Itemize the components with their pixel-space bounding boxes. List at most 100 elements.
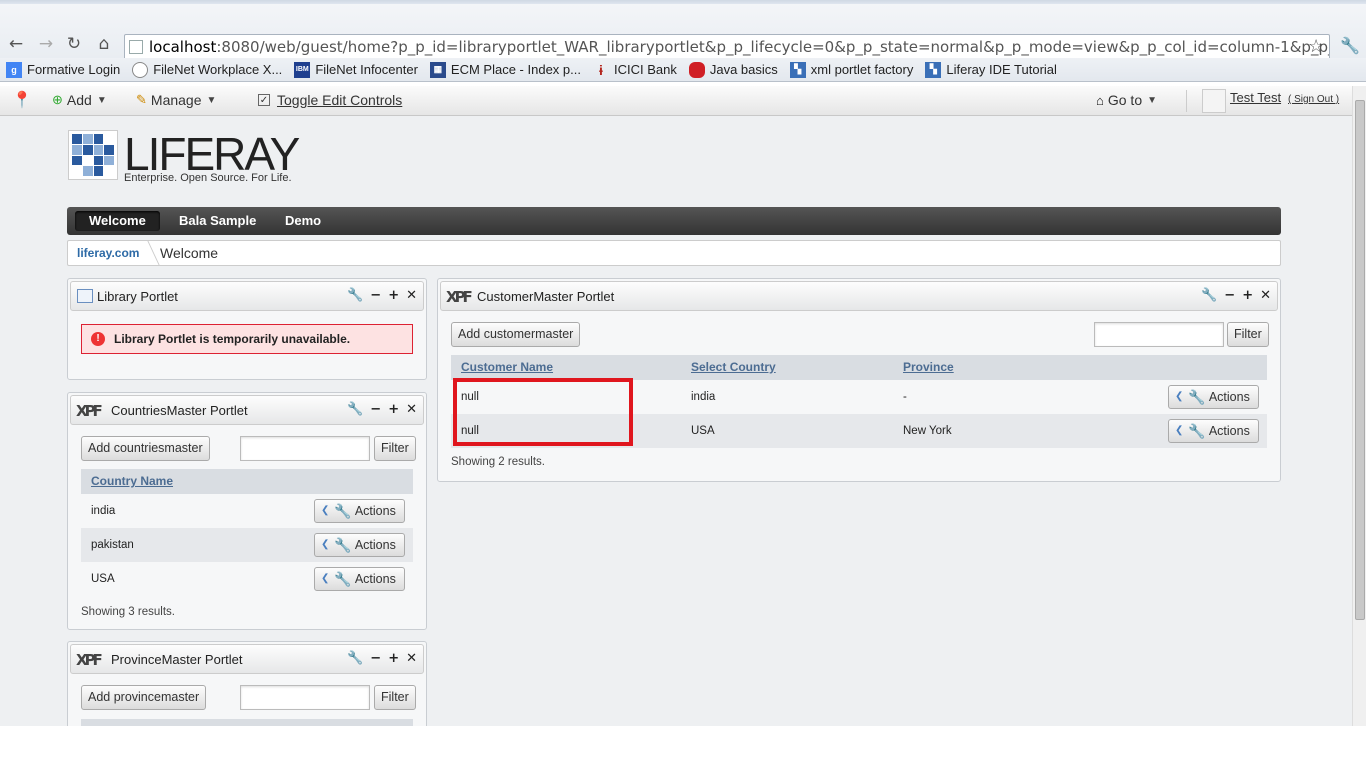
column-customer-name[interactable]: Customer Name bbox=[461, 360, 553, 374]
sign-out-link[interactable]: ( Sign Out ) bbox=[1288, 94, 1339, 105]
bookmarks-bar: g Formative Login FileNet Workplace X... … bbox=[0, 58, 1366, 82]
bookmark-formative-login[interactable]: g Formative Login bbox=[6, 61, 120, 78]
actions-button[interactable]: ❮ 🔧 Actions bbox=[314, 533, 405, 557]
error-message: ! Library Portlet is temporarily unavail… bbox=[81, 324, 413, 354]
table-header: Country Name bbox=[81, 469, 413, 494]
forward-icon[interactable]: → bbox=[36, 34, 56, 54]
filter-button[interactable]: Filter bbox=[374, 685, 416, 710]
add-customermaster-button[interactable]: Add customermaster bbox=[451, 322, 581, 347]
bookmark-xml-portlet-factory[interactable]: ▚ xml portlet factory bbox=[789, 61, 913, 78]
filter-button[interactable]: Filter bbox=[1227, 322, 1269, 347]
window-bottom bbox=[0, 726, 1366, 768]
configure-icon[interactable]: 🔧 bbox=[347, 288, 363, 303]
wrench-icon: 🔧 bbox=[334, 571, 352, 587]
goto-menu[interactable]: ⌂ Go to ▼ bbox=[1096, 92, 1157, 108]
filter-input[interactable] bbox=[240, 436, 370, 461]
result-count: Showing 2 results. bbox=[451, 456, 545, 468]
close-icon[interactable]: ✕ bbox=[406, 402, 417, 417]
toggle-edit-controls[interactable]: ✓ Toggle Edit Controls bbox=[258, 92, 402, 108]
maximize-icon[interactable]: + bbox=[388, 402, 399, 417]
actions-button[interactable]: ❮ 🔧 Actions bbox=[314, 567, 405, 591]
nav-tab-demo[interactable]: Demo bbox=[271, 211, 335, 231]
portlet-controls: 🔧 − + ✕ bbox=[347, 402, 417, 417]
minimize-icon[interactable]: − bbox=[370, 402, 381, 417]
user-name-link[interactable]: Test Test bbox=[1230, 90, 1281, 105]
filter-input[interactable] bbox=[240, 685, 370, 710]
portlet-titlebar: XPF CustomerMaster Portlet 🔧 − + ✕ bbox=[440, 281, 1278, 311]
alert-icon: ! bbox=[91, 332, 105, 346]
portlet-title: CustomerMaster Portlet bbox=[477, 289, 615, 304]
close-icon[interactable]: ✕ bbox=[406, 288, 417, 303]
minimize-icon[interactable]: − bbox=[370, 288, 381, 303]
bookmark-icici-bank[interactable]: ɨ ICICI Bank bbox=[593, 62, 677, 78]
dockbar: 📍 ⊕ Add ▼ ✎ Manage ▼ ✓ Toggle Edit Controls ⌂… bbox=[0, 86, 1352, 116]
logo-wordmark: LIFERAY bbox=[124, 128, 300, 180]
nav-tab-bala-sample[interactable]: Bala Sample bbox=[165, 211, 270, 231]
portlet-titlebar: Library Portlet 🔧 − + ✕ bbox=[70, 281, 424, 311]
xpf-icon: XPF bbox=[76, 651, 103, 669]
actions-button[interactable]: ❮ 🔧 Actions bbox=[1168, 419, 1259, 443]
actions-button[interactable]: ❮ 🔧 Actions bbox=[314, 499, 405, 523]
cell-country: india bbox=[91, 505, 116, 517]
page-icon bbox=[129, 40, 143, 54]
portlet-title: CountriesMaster Portlet bbox=[111, 403, 248, 418]
table-row: india ❮ 🔧 Actions bbox=[81, 494, 413, 528]
add-countriesmaster-button[interactable]: Add countriesmaster bbox=[81, 436, 210, 461]
minimize-icon[interactable]: − bbox=[370, 651, 381, 666]
maximize-icon[interactable]: + bbox=[1242, 288, 1253, 303]
wrench-icon: 🔧 bbox=[334, 503, 352, 519]
close-icon[interactable]: ✕ bbox=[406, 651, 417, 666]
avatar[interactable] bbox=[1202, 89, 1226, 113]
breadcrumb: liferay.com Welcome bbox=[67, 240, 1281, 266]
configure-icon[interactable]: 🔧 bbox=[347, 651, 363, 666]
add-menu[interactable]: ⊕ Add ▼ bbox=[52, 92, 107, 108]
chevron-left-icon: ❮ bbox=[1175, 425, 1184, 436]
nav-tab-welcome[interactable]: Welcome bbox=[75, 211, 160, 231]
bookmark-ecm-place[interactable]: ▦ ECM Place - Index p... bbox=[429, 61, 581, 78]
page-scrollbar[interactable] bbox=[1352, 86, 1366, 726]
wrench-icon: 🔧 bbox=[1188, 389, 1206, 405]
icici-icon: ɨ bbox=[599, 61, 603, 78]
back-icon[interactable]: ← bbox=[6, 34, 26, 54]
portlet-title: ProvinceMaster Portlet bbox=[111, 652, 243, 667]
filter-button[interactable]: Filter bbox=[374, 436, 416, 461]
column-country-name[interactable]: Country Name bbox=[91, 474, 173, 488]
column-select-country[interactable]: Select Country bbox=[691, 360, 776, 374]
scrollbar-thumb[interactable] bbox=[1355, 100, 1365, 620]
portlet-controls: 🔧 − + ✕ bbox=[1201, 288, 1271, 303]
breadcrumb-root[interactable]: liferay.com bbox=[77, 246, 139, 260]
url-host: localhost bbox=[149, 38, 217, 56]
portlet-icon bbox=[77, 289, 93, 303]
filter-input[interactable] bbox=[1094, 322, 1224, 347]
close-icon[interactable]: ✕ bbox=[1260, 288, 1271, 303]
table-header: Customer Name Select Country Province bbox=[451, 355, 1267, 380]
wrench-menu-icon[interactable]: 🔧 bbox=[1340, 36, 1360, 55]
add-provincemaster-button[interactable]: Add provincemaster bbox=[81, 685, 207, 710]
maximize-icon[interactable]: + bbox=[388, 651, 399, 666]
chevron-down-icon: ▼ bbox=[206, 94, 217, 106]
annotation-highlight-box bbox=[453, 378, 633, 446]
configure-icon[interactable]: 🔧 bbox=[347, 402, 363, 417]
grid-icon: ▦ bbox=[429, 61, 446, 78]
address-bar[interactable]: localhost:8080/web/guest/home?p_p_id=lib… bbox=[124, 34, 1330, 60]
dock-divider bbox=[1186, 90, 1187, 112]
reload-icon[interactable]: ↻ bbox=[64, 34, 84, 54]
cell-province: New York bbox=[903, 425, 952, 437]
minimize-icon[interactable]: − bbox=[1224, 288, 1235, 303]
configure-icon[interactable]: 🔧 bbox=[1201, 288, 1217, 303]
bookmark-filenet-workplace[interactable]: FileNet Workplace X... bbox=[132, 61, 282, 78]
bookmark-java-basics[interactable]: Java basics bbox=[688, 61, 778, 78]
bookmark-star-icon[interactable]: ☆ bbox=[1308, 36, 1324, 57]
liferay-icon: ▚ bbox=[789, 61, 806, 78]
bookmark-filenet-infocenter[interactable]: IBM FileNet Infocenter bbox=[294, 61, 418, 78]
pin-icon[interactable]: 📍 bbox=[12, 90, 32, 110]
ibm-icon: IBM bbox=[294, 61, 311, 78]
column-province[interactable]: Province bbox=[903, 360, 954, 374]
actions-button[interactable]: ❮ 🔧 Actions bbox=[1168, 385, 1259, 409]
url-path: :8080/web/guest/home?p_p_id=libraryportl… bbox=[216, 38, 1330, 56]
manage-menu[interactable]: ✎ Manage ▼ bbox=[136, 92, 216, 108]
home-icon[interactable]: ⌂ bbox=[94, 34, 114, 54]
maximize-icon[interactable]: + bbox=[388, 288, 399, 303]
logo-tagline: Enterprise. Open Source. For Life. bbox=[124, 172, 292, 184]
bookmark-liferay-ide-tutorial[interactable]: ▚ Liferay IDE Tutorial bbox=[925, 61, 1057, 78]
